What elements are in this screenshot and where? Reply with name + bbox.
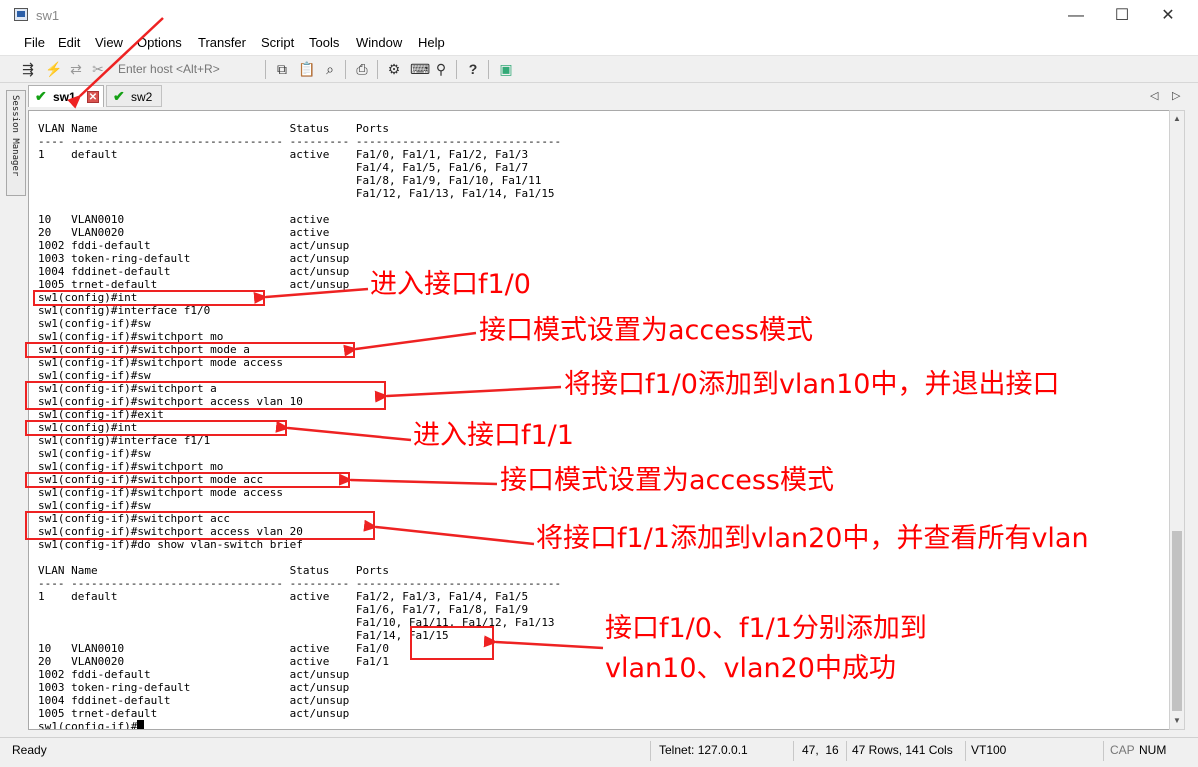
annotation-enter-f1-1: 进入接口f1/1	[413, 420, 574, 451]
annotation-mode-access-1: 接口模式设置为access模式	[479, 315, 813, 346]
arrow-vlan-ports	[483, 635, 604, 650]
arrow-interface-f1-0	[253, 287, 369, 304]
annotation-add-vlan10: 将接口f1/0添加到vlan10中，并退出接口	[564, 369, 1060, 400]
arrow-to-sw1-tab	[67, 17, 164, 109]
annotation-success-line2: vlan10、vlan20中成功	[605, 653, 896, 684]
annotation-enter-f1-0: 进入接口f1/0	[370, 269, 531, 300]
arrow-mode-access-2	[338, 473, 498, 486]
annotation-add-vlan20: 将接口f1/1添加到vlan20中，并查看所有vlan	[536, 523, 1089, 554]
arrow-access-vlan-20	[363, 519, 535, 546]
annotation-mode-access-2: 接口模式设置为access模式	[500, 465, 834, 496]
arrow-mode-access-1	[343, 331, 477, 357]
annotation-success-line1: 接口f1/0、f1/1分别添加到	[605, 613, 927, 644]
arrow-interface-f1-1	[275, 420, 412, 442]
arrow-access-vlan-10	[374, 385, 562, 403]
